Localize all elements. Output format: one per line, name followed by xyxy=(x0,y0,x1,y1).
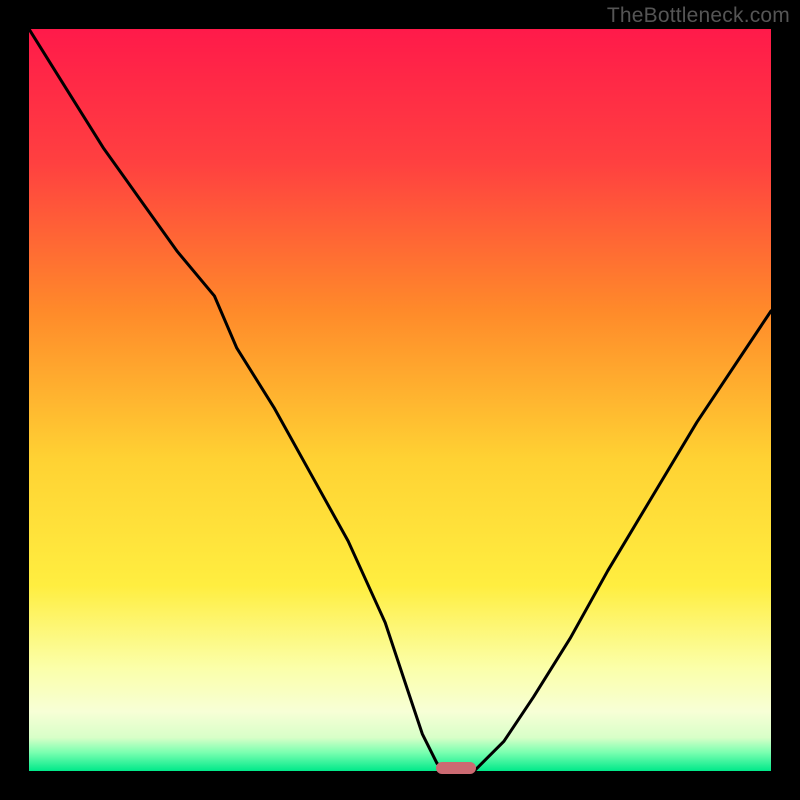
watermark-text: TheBottleneck.com xyxy=(607,4,790,28)
gradient-background xyxy=(29,29,771,771)
minimum-marker xyxy=(436,762,476,774)
chart-root: TheBottleneck.com xyxy=(0,0,800,800)
plot-frame xyxy=(29,29,771,771)
